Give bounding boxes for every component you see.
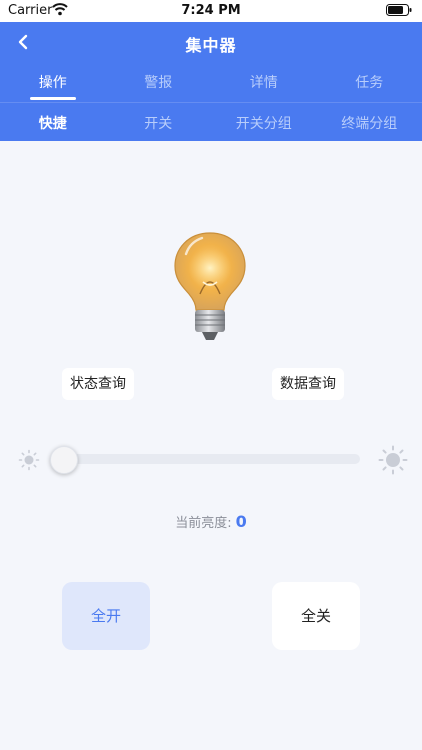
- tab-tasks[interactable]: 任务: [317, 62, 422, 102]
- tab-label: 详情: [249, 75, 278, 91]
- current-brightness: 当前亮度: 0: [0, 512, 422, 531]
- all-on-button[interactable]: 全开: [62, 582, 150, 650]
- data-query-button[interactable]: 数据查询: [272, 368, 344, 400]
- brightness-value: 0: [235, 512, 247, 531]
- slider-thumb[interactable]: [50, 446, 78, 474]
- primary-tab-bar: 操作 警报 详情 任务: [0, 62, 422, 102]
- tab-label: 警报: [144, 75, 173, 91]
- sun-high-icon: [378, 445, 408, 475]
- tab-alarm[interactable]: 警报: [106, 62, 212, 102]
- clock: 7:24 PM: [181, 3, 241, 18]
- slider-track[interactable]: [50, 446, 360, 474]
- tab-label: 任务: [355, 75, 384, 91]
- light-bulb-icon: [174, 232, 246, 340]
- tab-details[interactable]: 详情: [211, 62, 317, 102]
- secondary-tab-bar: 快捷 开关 开关分组 终端分组: [0, 102, 422, 141]
- nav-bar: 集中器: [0, 22, 422, 62]
- brightness-slider: [18, 442, 408, 476]
- page-title: 集中器: [185, 36, 237, 55]
- active-tab-indicator: [29, 97, 76, 100]
- tab-operation[interactable]: 操作: [0, 62, 106, 102]
- tab-switch[interactable]: 开关: [106, 103, 212, 141]
- all-off-button[interactable]: 全关: [272, 582, 360, 650]
- tab-switch-group[interactable]: 开关分组: [211, 103, 317, 141]
- tab-terminal-group[interactable]: 终端分组: [317, 103, 422, 141]
- status-bar: Carrier 7:24 PM: [0, 0, 422, 22]
- tab-shortcut[interactable]: 快捷: [0, 103, 106, 141]
- battery-icon: [386, 4, 412, 16]
- sun-low-icon: [18, 449, 40, 471]
- status-query-button[interactable]: 状态查询: [62, 368, 134, 400]
- tab-label: 操作: [38, 75, 67, 91]
- brightness-label: 当前亮度:: [175, 516, 232, 531]
